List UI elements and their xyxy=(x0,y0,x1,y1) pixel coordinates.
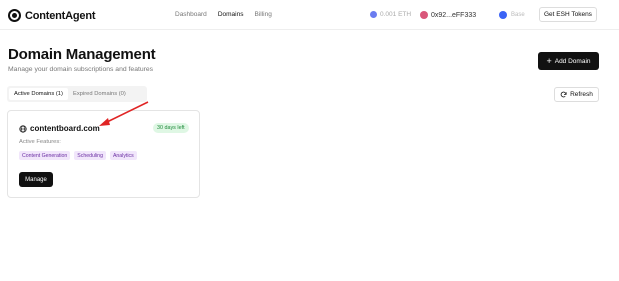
page-title: Domain Management xyxy=(8,46,156,63)
network-name: Base xyxy=(511,12,525,18)
refresh-icon xyxy=(560,91,567,98)
network-selector[interactable]: Base xyxy=(499,11,525,19)
logo-icon xyxy=(8,9,21,22)
domain-name: contentboard.com xyxy=(30,124,100,133)
top-header: ContentAgent Dashboard Domains Billing 0… xyxy=(0,0,619,30)
plus-icon: + xyxy=(546,55,552,66)
eth-icon xyxy=(370,11,377,18)
feature-tag: Content Generation xyxy=(19,151,71,160)
base-network-icon xyxy=(499,11,507,19)
feature-tag: Scheduling xyxy=(74,151,106,160)
nav-dashboard[interactable]: Dashboard xyxy=(175,11,207,18)
logo-text: ContentAgent xyxy=(25,9,96,22)
domain-header: contentboard.com xyxy=(19,124,100,133)
nav-billing[interactable]: Billing xyxy=(254,11,271,18)
get-tokens-button[interactable]: Get ESH Tokens xyxy=(539,7,597,22)
add-domain-label: Add Domain xyxy=(554,57,591,65)
wallet-address: 0x92...eFF333 xyxy=(431,11,477,19)
refresh-label: Refresh xyxy=(570,91,593,98)
page-subtitle: Manage your domain subscriptions and fea… xyxy=(8,66,154,73)
globe-icon xyxy=(19,124,27,133)
manage-button[interactable]: Manage xyxy=(19,172,53,187)
balance-value: 0.001 ETH xyxy=(380,11,412,18)
wallet-button[interactable]: 0x92...eFF333 xyxy=(420,11,476,19)
eth-balance: 0.001 ETH xyxy=(370,11,411,18)
days-left-badge: 30 days left xyxy=(153,123,189,133)
tab-active-domains[interactable]: Active Domains (1) xyxy=(9,88,68,100)
feature-tags: Content Generation Scheduling Analytics xyxy=(19,151,141,160)
wallet-avatar-icon xyxy=(420,11,428,19)
feature-tag: Analytics xyxy=(109,151,137,160)
tab-expired-domains[interactable]: Expired Domains (0) xyxy=(68,88,131,100)
refresh-button[interactable]: Refresh xyxy=(554,87,599,102)
add-domain-button[interactable]: + Add Domain xyxy=(538,52,599,70)
logo[interactable]: ContentAgent xyxy=(8,9,96,22)
features-label: Active Features: xyxy=(19,139,61,145)
annotation-arrow-icon xyxy=(99,101,149,126)
nav-domains[interactable]: Domains xyxy=(218,11,244,18)
main-nav: Dashboard Domains Billing xyxy=(175,11,283,18)
